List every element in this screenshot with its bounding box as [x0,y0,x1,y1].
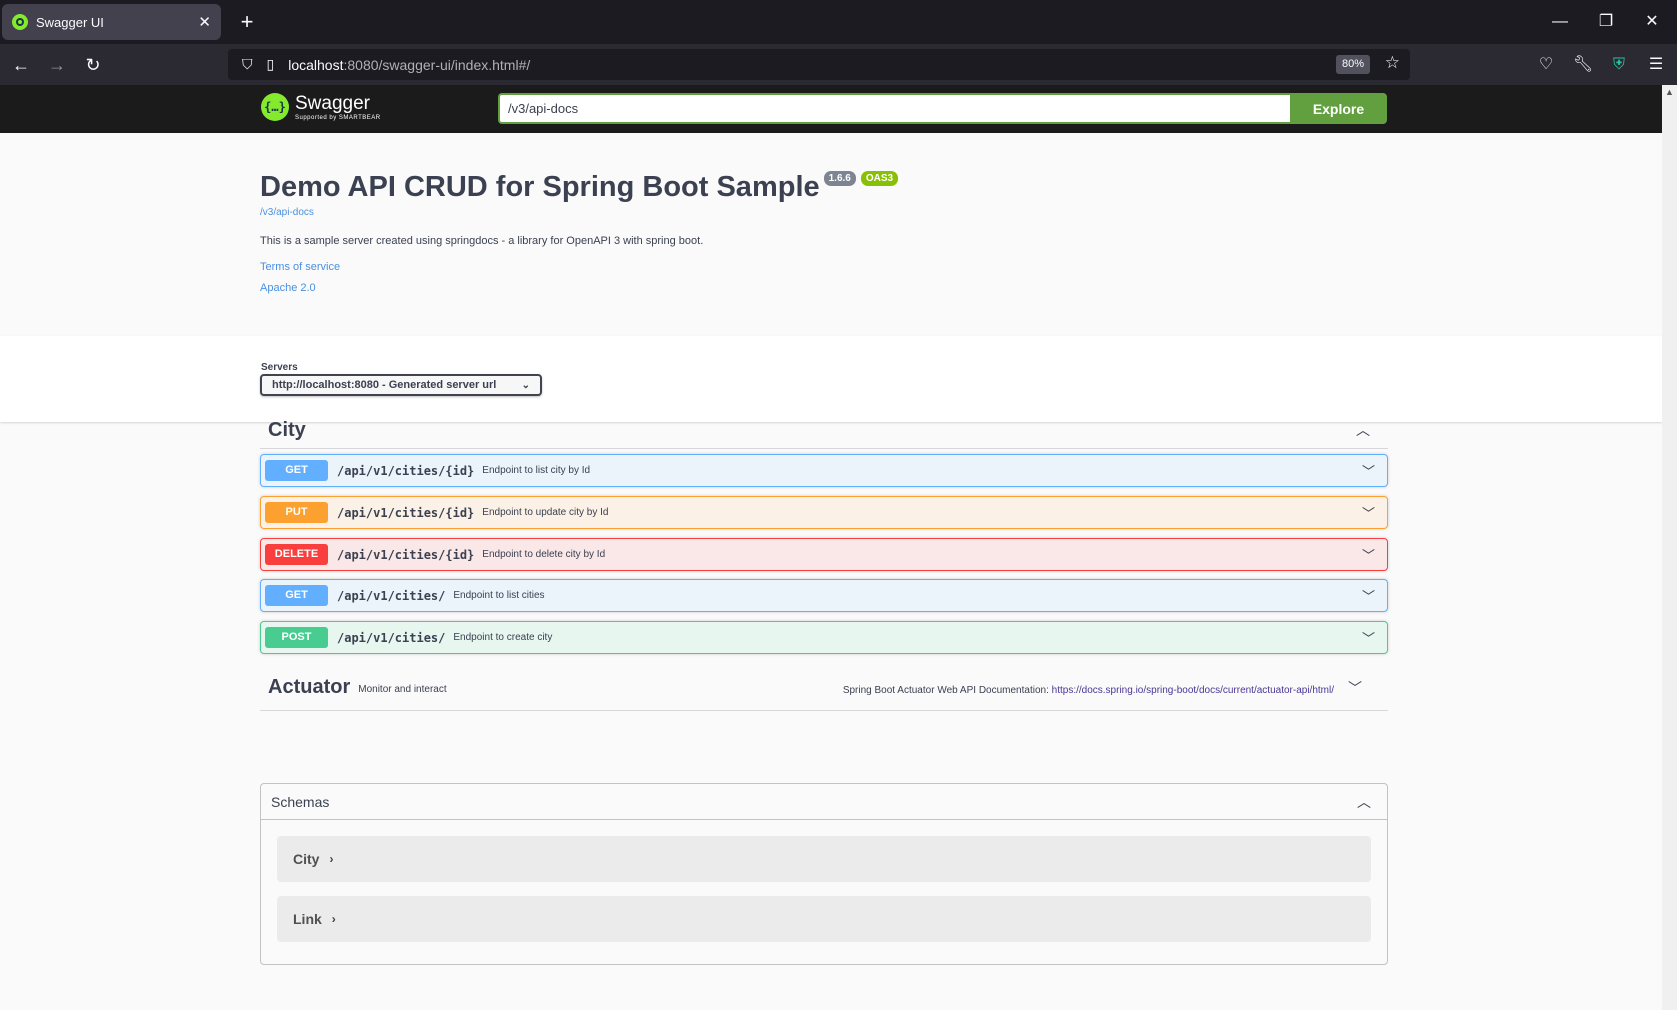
api-info: Demo API CRUD for Spring Boot Sample 1.6… [260,170,1388,294]
api-description: This is a sample server created using sp… [260,235,704,247]
schemas-section: Schemas ︿ City › Link › [260,783,1388,965]
operation-path: /api/v1/cities/ [337,588,446,603]
schema-model-city[interactable]: City › [277,836,1371,882]
explore-form: Explore [498,93,1387,124]
operation-summary: Endpoint to delete city by Id [482,549,606,560]
swagger-topbar: {…} Swagger Supported by SMARTBEAR Explo… [0,85,1662,133]
operation-summary: Endpoint to update city by Id [482,507,609,518]
tag-actuator-header[interactable]: Actuator Monitor and interact Spring Boo… [260,665,1388,711]
method-badge: PUT [265,502,328,523]
chevron-down-icon[interactable]: ﹀ [1362,628,1375,647]
tag-city-header[interactable]: City ︿ [260,412,1388,449]
servers-label: Servers [261,362,298,373]
method-badge: POST [265,627,328,648]
wrench-icon[interactable]: 🔧︎ [1570,52,1596,78]
schemas-header[interactable]: Schemas ︿ [261,784,1387,820]
operation-get-cities[interactable]: GET /api/v1/cities/ Endpoint to list cit… [260,579,1388,612]
method-badge: DELETE [265,544,328,565]
license-link[interactable]: Apache 2.0 [260,282,1388,294]
browser-tab[interactable]: Swagger UI ✕ [2,4,221,40]
back-arrow-icon[interactable]: ← [6,50,36,80]
tag-name: City [268,418,306,441]
spec-url-link[interactable]: /v3/api-docs [260,207,1388,218]
operation-delete-city-by-id[interactable]: DELETE /api/v1/cities/{id} Endpoint to d… [260,538,1388,571]
page-title: Demo API CRUD for Spring Boot Sample [260,171,820,203]
chevron-down-icon[interactable]: ﹀ [1362,586,1375,605]
browser-tab-bar: Swagger UI ✕ + — ❐ ✕ [0,0,1677,44]
operation-path: /api/v1/cities/{id} [337,547,475,562]
method-badge: GET [265,460,328,481]
operation-summary: Endpoint to list city by Id [482,465,591,476]
external-docs-label: Spring Boot Actuator Web API Documentati… [842,685,1049,696]
chevron-down-icon[interactable]: ﹀ [1362,545,1375,564]
extension-shield-icon[interactable]: ⛨ [1606,52,1632,78]
operation-get-city-by-id[interactable]: GET /api/v1/cities/{id} Endpoint to list… [260,454,1388,487]
tab-title: Swagger UI [36,14,104,30]
menu-hamburger-icon[interactable]: ☰ [1643,52,1669,78]
operation-put-city-by-id[interactable]: PUT /api/v1/cities/{id} Endpoint to upda… [260,496,1388,529]
zoom-indicator[interactable]: 80% [1335,55,1370,74]
operation-summary: Endpoint to list cities [453,590,545,601]
new-tab-icon[interactable]: + [233,8,261,36]
tag-name: Actuator [268,676,351,698]
minimize-icon[interactable]: — [1545,10,1575,34]
chevron-down-icon[interactable]: ﹀ [1362,461,1375,480]
restore-icon[interactable]: ❐ [1591,10,1621,34]
servers-selected-value: http://localhost:8080 - Generated server… [272,379,497,391]
page-viewport: {…} Swagger Supported by SMARTBEAR Explo… [0,85,1662,1010]
operation-path: /api/v1/cities/ [337,630,446,645]
servers-select[interactable]: http://localhost:8080 - Generated server… [260,374,542,396]
chevron-down-icon[interactable]: ﹀ [1362,503,1375,522]
model-name: Link [293,911,322,927]
method-badge: GET [265,585,328,606]
chevron-up-icon[interactable]: ︿ [1357,792,1371,812]
close-tab-icon[interactable]: ✕ [198,13,211,31]
chevron-right-icon[interactable]: › [332,912,336,926]
chevron-down-icon[interactable]: ﹀ [1348,678,1362,698]
page-scrollbar[interactable]: ▲ [1662,85,1677,1010]
operation-path: /api/v1/cities/{id} [337,463,475,478]
window-close-icon[interactable]: ✕ [1637,10,1667,34]
explore-button[interactable]: Explore [1290,93,1387,124]
logo-subtext: Supported by SMARTBEAR [295,114,381,121]
page-icon[interactable]: ▯ [267,56,275,73]
url-text[interactable]: localhost:8080/swagger-ui/index.html#/ [288,57,530,73]
scroll-up-arrow-icon[interactable]: ▲ [1665,87,1674,97]
bookmark-star-icon[interactable]: ☆ [1385,53,1400,73]
spec-url-input[interactable] [498,93,1290,124]
terms-of-service-link[interactable]: Terms of service [260,261,1388,273]
chevron-right-icon[interactable]: › [329,852,333,866]
external-docs: Spring Boot Actuator Web API Documentati… [843,685,1334,696]
chevron-down-icon: ⌄ [521,379,530,391]
schema-model-link[interactable]: Link › [277,896,1371,942]
logo-text: Swagger [295,92,370,114]
pocket-icon[interactable]: ♡ [1533,52,1559,78]
oas-badge: OAS3 [860,171,899,186]
external-docs-link[interactable]: https://docs.spring.io/spring-boot/docs/… [1052,685,1334,696]
swagger-favicon-icon [12,14,28,30]
swagger-logo[interactable]: {…} Swagger Supported by SMARTBEAR [261,93,381,121]
chevron-up-icon[interactable]: ︿ [1356,420,1370,440]
browser-nav-bar: ← → ↻ ⛉ ▯ localhost:8080/swagger-ui/inde… [0,44,1677,85]
operation-path: /api/v1/cities/{id} [337,505,475,520]
forward-arrow-icon[interactable]: → [42,50,72,80]
servers-section: Servers http://localhost:8080 - Generate… [0,336,1662,422]
schemas-title: Schemas [271,793,330,810]
operation-post-city[interactable]: POST /api/v1/cities/ Endpoint to create … [260,621,1388,654]
operation-summary: Endpoint to create city [453,632,553,643]
reload-icon[interactable]: ↻ [78,50,108,80]
tracking-shield-icon[interactable]: ⛉ [242,56,253,73]
model-name: City [293,851,320,867]
tag-description: Monitor and interact [358,683,447,695]
swagger-logo-icon: {…} [261,93,289,121]
version-badge: 1.6.6 [823,171,856,186]
address-bar[interactable]: ⛉ ▯ localhost:8080/swagger-ui/index.html… [228,49,1410,80]
